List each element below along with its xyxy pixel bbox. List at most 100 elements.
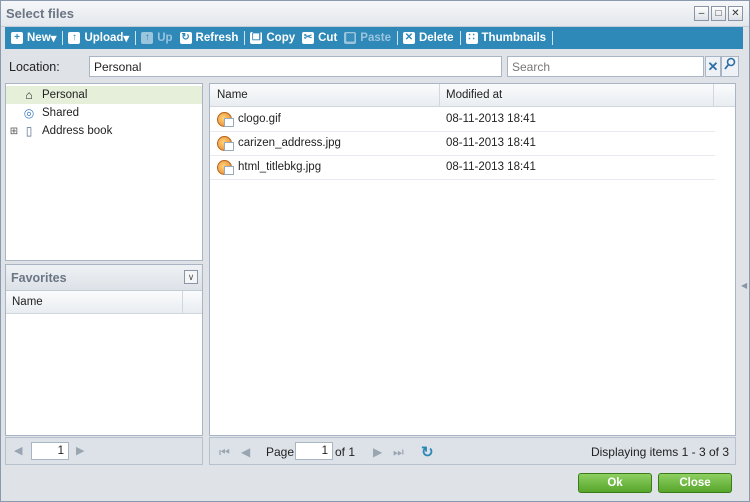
thumbnails-label: Thumbnails <box>481 32 547 44</box>
image-file-icon <box>217 160 234 175</box>
file-name: clogo.gif <box>238 113 281 125</box>
refresh-icon[interactable]: ↻ <box>421 443 434 461</box>
table-row[interactable]: html_titlebkg.jpg 08-11-2013 18:41 <box>210 156 715 180</box>
favorites-page-input[interactable]: 1 <box>31 442 69 460</box>
file-list-header: Name Modified at <box>210 84 735 107</box>
table-row[interactable]: carizen_address.jpg 08-11-2013 18:41 <box>210 132 715 156</box>
image-file-icon <box>217 136 234 151</box>
minimize-icon[interactable]: – <box>694 6 709 21</box>
table-row[interactable]: clogo.gif 08-11-2013 18:41 <box>210 108 715 132</box>
file-modified: 08-11-2013 18:41 <box>446 161 536 173</box>
paste-label: Paste <box>360 32 391 44</box>
tree-item-address-book[interactable]: ⊞ ▯ Address book <box>6 122 202 140</box>
search-input[interactable]: Search <box>507 56 704 77</box>
toolbar: + New ▾ ↑ Upload ▾ ↑ Up ↻ Refresh ❐ Copy ✂ Cut ▩… <box>5 27 743 49</box>
previous-page-icon[interactable]: ◀ <box>241 445 250 459</box>
cut-label: Cut <box>318 32 338 44</box>
refresh-icon: ↻ <box>179 32 192 44</box>
location-label: Location: <box>9 60 60 74</box>
location-field[interactable]: Personal <box>89 56 502 77</box>
file-list: Name Modified at clogo.gif 08-11-2013 18… <box>209 83 736 436</box>
favorites-column-header: Name <box>6 291 202 314</box>
copy-label: Copy <box>266 32 296 44</box>
refresh-label: Refresh <box>195 32 239 44</box>
toolbar-divider <box>459 31 461 45</box>
column-divider <box>182 291 183 313</box>
favorites-title: Favorites <box>11 271 67 285</box>
toolbar-divider <box>552 31 554 45</box>
expand-icon[interactable]: ⊞ <box>6 126 22 137</box>
file-modified: 08-11-2013 18:41 <box>446 137 536 149</box>
favorites-header: Favorites ∨ <box>6 265 202 291</box>
maximize-icon[interactable]: □ <box>711 6 726 21</box>
upload-button[interactable]: ↑ Upload ▾ <box>66 31 134 45</box>
ok-button[interactable]: Ok <box>578 473 652 493</box>
search-icon[interactable] <box>721 56 739 77</box>
favorites-pager: ◀ 1 ▶ <box>5 437 203 465</box>
globe-icon: ◎ <box>23 106 35 120</box>
plus-icon: + <box>11 32 23 44</box>
delete-icon: ✕ <box>402 32 415 44</box>
file-name: html_titlebkg.jpg <box>238 161 322 173</box>
column-divider <box>439 84 440 106</box>
refresh-button[interactable]: ↻ Refresh <box>178 32 244 44</box>
toolbar-divider <box>135 31 137 45</box>
upload-icon: ↑ <box>68 32 81 44</box>
clear-search-icon[interactable]: ✕ <box>705 56 721 77</box>
thumbnails-button[interactable]: ∷ Thumbnails <box>464 32 552 44</box>
folder-tree: ⌂ Personal ◎ Shared ⊞ ▯ Address book <box>5 83 203 261</box>
first-page-icon[interactable]: ⏮ <box>219 445 230 460</box>
favorites-panel: Favorites ∨ Name <box>5 264 203 436</box>
copy-icon: ❐ <box>250 32 263 44</box>
home-icon: ⌂ <box>25 88 33 102</box>
dialog-title: Select files <box>6 6 74 21</box>
delete-button[interactable]: ✕ Delete <box>401 32 459 44</box>
title-bar: Select files – □ ✕ <box>1 1 749 27</box>
location-bar: Location: Personal Search ✕ <box>5 53 743 81</box>
tree-item-label: Address book <box>42 125 113 137</box>
column-divider <box>713 84 714 106</box>
last-page-icon[interactable]: ⏭ <box>393 445 404 460</box>
address-book-icon: ▯ <box>25 124 33 138</box>
column-header-name[interactable]: Name <box>217 89 248 101</box>
previous-page-icon[interactable]: ◀ <box>14 444 22 457</box>
toolbar-divider <box>396 31 398 45</box>
delete-label: Delete <box>418 32 454 44</box>
close-icon[interactable]: ✕ <box>728 6 743 21</box>
scissors-icon: ✂ <box>302 32 315 44</box>
new-button[interactable]: + New ▾ <box>9 31 61 45</box>
cut-button[interactable]: ✂ Cut <box>300 32 342 44</box>
upload-label: Upload <box>84 32 124 44</box>
close-button[interactable]: Close <box>658 473 732 493</box>
image-file-icon <box>217 112 234 127</box>
file-list-pager: ⏮ ◀ Page 1 of 1 ▶ ⏭ ↻ Displaying items 1… <box>209 437 736 465</box>
tree-item-personal[interactable]: ⌂ Personal <box>6 86 202 104</box>
tree-item-shared[interactable]: ◎ Shared <box>6 104 202 122</box>
next-page-icon[interactable]: ▶ <box>76 444 84 457</box>
up-label: Up <box>157 32 173 44</box>
page-label: Page <box>266 445 295 459</box>
next-page-icon[interactable]: ▶ <box>373 445 382 459</box>
paste-icon: ▩ <box>344 32 357 44</box>
page-count: of 1 <box>335 445 356 459</box>
paste-button[interactable]: ▩ Paste <box>342 32 396 44</box>
up-arrow-icon: ↑ <box>141 32 154 44</box>
column-header-name[interactable]: Name <box>12 296 43 308</box>
chevron-down-icon: ▾ <box>50 33 57 45</box>
toolbar-divider <box>62 31 64 45</box>
up-button[interactable]: ↑ Up <box>139 32 177 44</box>
collapse-side-icon[interactable]: ◀ <box>741 281 749 291</box>
file-modified: 08-11-2013 18:41 <box>446 113 536 125</box>
page-number-input[interactable]: 1 <box>295 442 333 460</box>
copy-button[interactable]: ❐ Copy <box>248 32 300 44</box>
tree-item-label: Shared <box>42 107 80 119</box>
column-header-modified[interactable]: Modified at <box>446 89 502 101</box>
button-bar: Ok Close <box>1 467 749 501</box>
collapse-icon[interactable]: ∨ <box>184 270 198 284</box>
file-name: carizen_address.jpg <box>238 137 341 149</box>
display-status: Displaying items 1 - 3 of 3 <box>590 445 729 459</box>
thumbnails-icon: ∷ <box>465 32 478 44</box>
tree-item-label: Personal <box>42 89 88 101</box>
window-controls: – □ ✕ <box>694 6 743 21</box>
new-label: New <box>27 32 51 44</box>
